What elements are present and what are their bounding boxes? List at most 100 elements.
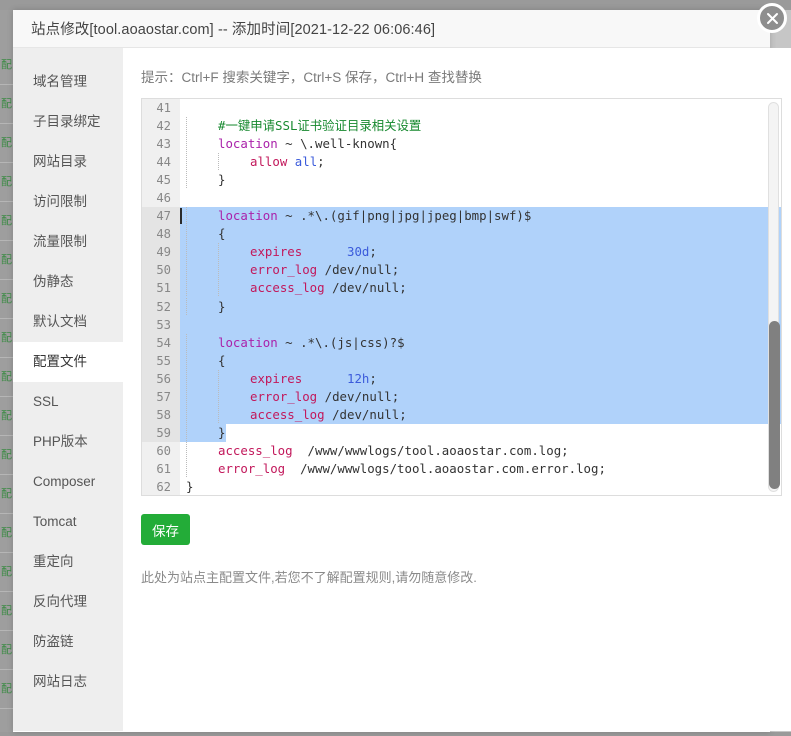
line-number: 54: [142, 334, 180, 352]
sidebar-item-4[interactable]: 流量限制: [13, 222, 123, 262]
code-token: }: [218, 425, 225, 440]
code-line-text[interactable]: location ~ .*\.(js|css)?$: [180, 334, 781, 352]
code-line-text[interactable]: [180, 99, 781, 117]
code-line-text[interactable]: {: [180, 225, 781, 243]
code-line[interactable]: 58access_log /dev/null;: [142, 406, 781, 424]
code-editor-lines[interactable]: 4142#一键申请SSL证书验证目录相关设置43location ~ \.wel…: [142, 99, 781, 495]
code-line-text[interactable]: }: [180, 424, 781, 442]
code-line[interactable]: 59}: [142, 424, 781, 442]
code-line[interactable]: 50error_log /dev/null;: [142, 261, 781, 279]
code-keyword: access_log: [218, 443, 293, 458]
indent-guide: [218, 153, 250, 170]
code-line[interactable]: 52}: [142, 298, 781, 316]
code-line[interactable]: 43location ~ \.well-known{: [142, 135, 781, 153]
code-line[interactable]: 56expires 12h;: [142, 370, 781, 388]
background-row: 配: [0, 358, 13, 397]
code-line-text[interactable]: expires 30d;: [180, 243, 781, 261]
sidebar-item-label: 域名管理: [33, 74, 87, 89]
indent-guide: [218, 279, 250, 296]
code-line[interactable]: 41: [142, 99, 781, 117]
sidebar-item-1[interactable]: 子目录绑定: [13, 102, 123, 142]
code-line[interactable]: 55{: [142, 352, 781, 370]
code-line[interactable]: 61error_log /www/wwwlogs/tool.aoaostar.c…: [142, 460, 781, 478]
code-keyword: access_log: [250, 407, 325, 422]
sidebar-item-13[interactable]: 反向代理: [13, 582, 123, 622]
site-edit-modal: 站点修改[tool.aoaostar.com] -- 添加时间[2021-12-…: [13, 10, 770, 732]
indent-guide: [186, 352, 218, 369]
indent-guide: [218, 243, 250, 260]
background-row: 配: [0, 397, 13, 436]
code-token: \.well-known{: [300, 136, 397, 151]
line-number: 60: [142, 442, 180, 460]
code-line[interactable]: 47location ~ .*\.(gif|png|jpg|jpeg|bmp|s…: [142, 207, 781, 225]
code-keyword: location: [218, 335, 278, 350]
code-line[interactable]: 46: [142, 189, 781, 207]
code-line-text[interactable]: expires 12h;: [180, 370, 781, 388]
code-line-text[interactable]: #一键申请SSL证书验证目录相关设置: [180, 117, 781, 135]
code-line[interactable]: 44allow all;: [142, 153, 781, 171]
background-row: 配: [0, 124, 13, 163]
code-line[interactable]: 62}: [142, 478, 781, 495]
code-line-text[interactable]: location ~ \.well-known{: [180, 135, 781, 153]
code-line-text[interactable]: error_log /www/wwwlogs/tool.aoaostar.com…: [180, 460, 781, 478]
code-line-text[interactable]: allow all;: [180, 153, 781, 171]
sidebar-item-15[interactable]: 网站日志: [13, 662, 123, 702]
code-keyword: expires: [250, 244, 302, 259]
code-line-text[interactable]: access_log /dev/null;: [180, 406, 781, 424]
sidebar-item-12[interactable]: 重定向: [13, 542, 123, 582]
code-line[interactable]: 51access_log /dev/null;: [142, 279, 781, 297]
code-line-text[interactable]: access_log /www/wwwlogs/tool.aoaostar.co…: [180, 442, 781, 460]
code-line[interactable]: 53: [142, 316, 781, 334]
sidebar-item-label: 配置文件: [33, 354, 87, 369]
code-line-text[interactable]: [180, 316, 781, 334]
background-row: 配: [0, 280, 13, 319]
code-comment: #一键申请SSL证书验证目录相关设置: [218, 118, 421, 133]
shortcut-hint: 提示：Ctrl+F 搜索关键字，Ctrl+S 保存，Ctrl+H 查找替换: [141, 66, 782, 86]
indent-guide: [186, 117, 218, 134]
sidebar-item-6[interactable]: 默认文档: [13, 302, 123, 342]
code-line-text[interactable]: }: [180, 171, 781, 189]
code-line-text[interactable]: }: [180, 298, 781, 316]
code-line-text[interactable]: [180, 189, 781, 207]
code-line-text[interactable]: error_log /dev/null;: [180, 388, 781, 406]
indent-guide: [186, 298, 218, 315]
indent-guide: [186, 460, 218, 477]
code-line[interactable]: 45}: [142, 171, 781, 189]
code-line-text[interactable]: access_log /dev/null;: [180, 279, 781, 297]
sidebar-item-0[interactable]: 域名管理: [13, 62, 123, 102]
sidebar-item-7[interactable]: 配置文件: [13, 342, 123, 382]
sidebar-item-label: 默认文档: [33, 314, 87, 329]
editor-scrollbar-thumb[interactable]: [769, 321, 780, 489]
code-line[interactable]: 48{: [142, 225, 781, 243]
code-line-text[interactable]: }: [180, 478, 781, 495]
line-number: 43: [142, 135, 180, 153]
code-editor[interactable]: 4142#一键申请SSL证书验证目录相关设置43location ~ \.wel…: [141, 98, 782, 496]
sidebar-item-5[interactable]: 伪静态: [13, 262, 123, 302]
indent-guide: [186, 207, 218, 224]
sidebar-item-8[interactable]: SSL: [13, 382, 123, 422]
code-value: 30d: [347, 244, 369, 259]
sidebar-item-11[interactable]: Tomcat: [13, 502, 123, 542]
indent-guide: [186, 424, 218, 441]
code-line[interactable]: 42#一键申请SSL证书验证目录相关设置: [142, 117, 781, 135]
code-line-text[interactable]: location ~ .*\.(gif|png|jpg|jpeg|bmp|swf…: [180, 207, 781, 225]
sidebar-item-2[interactable]: 网站目录: [13, 142, 123, 182]
sidebar-item-9[interactable]: PHP版本: [13, 422, 123, 462]
background-row: 配: [0, 241, 13, 280]
sidebar-item-14[interactable]: 防盗链: [13, 622, 123, 662]
sidebar-item-label: Tomcat: [33, 514, 77, 529]
code-line-text[interactable]: {: [180, 352, 781, 370]
code-line[interactable]: 54location ~ .*\.(js|css)?$: [142, 334, 781, 352]
editor-scrollbar[interactable]: [768, 102, 779, 492]
line-number: 59: [142, 424, 180, 442]
sidebar-item-label: 防盗链: [33, 634, 74, 649]
close-icon[interactable]: [757, 3, 787, 33]
code-line-text[interactable]: error_log /dev/null;: [180, 261, 781, 279]
sidebar-item-3[interactable]: 访问限制: [13, 182, 123, 222]
code-line[interactable]: 60access_log /www/wwwlogs/tool.aoaostar.…: [142, 442, 781, 460]
save-button[interactable]: 保存: [141, 514, 190, 545]
line-number: 46: [142, 189, 180, 207]
sidebar-item-10[interactable]: Composer: [13, 462, 123, 502]
code-line[interactable]: 49expires 30d;: [142, 243, 781, 261]
code-line[interactable]: 57error_log /dev/null;: [142, 388, 781, 406]
